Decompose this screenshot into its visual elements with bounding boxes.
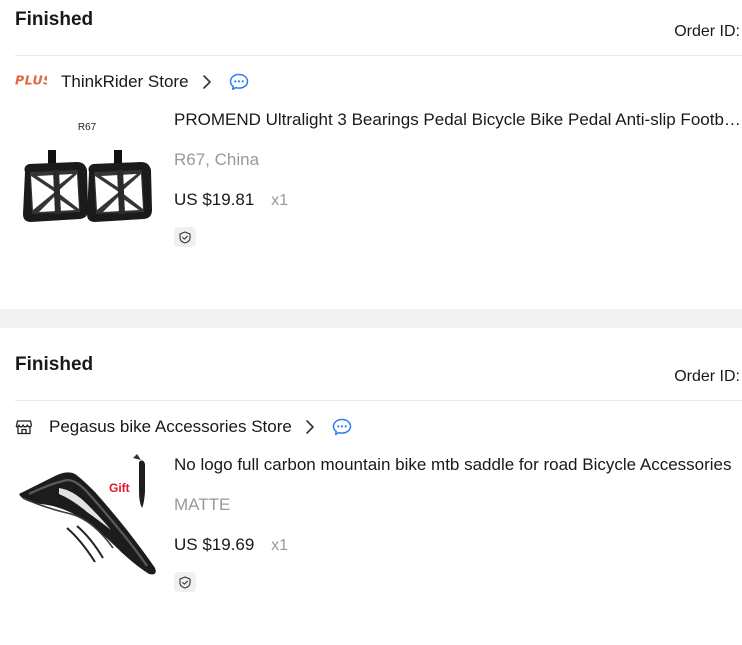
product-image[interactable]: R67	[15, 106, 160, 251]
order-separator	[0, 309, 742, 328]
product-price: US $19.69	[174, 535, 255, 554]
order-card: Finished Order ID: Pegasus bike Accessor…	[0, 328, 742, 645]
plus-badge: PLUS	[15, 73, 52, 91]
svg-text:Gift: Gift	[109, 481, 130, 495]
chat-bubble-icon[interactable]	[229, 73, 249, 91]
store-link[interactable]: Pegasus bike Accessories Store	[15, 415, 352, 439]
chat-bubble-icon[interactable]	[332, 418, 352, 436]
product-image[interactable]: Gift	[15, 452, 160, 597]
svg-text:PLUS: PLUS	[15, 73, 47, 87]
order-card: Finished Order ID: PLUS ThinkRider Store…	[0, 0, 742, 309]
divider	[15, 55, 742, 56]
chevron-right-icon[interactable]	[305, 419, 315, 435]
store-name[interactable]: Pegasus bike Accessories Store	[49, 417, 292, 437]
shield-check-icon[interactable]	[174, 227, 196, 247]
storefront-icon	[15, 418, 33, 436]
order-id-label: Order ID:	[674, 23, 740, 40]
chevron-right-icon[interactable]	[202, 74, 212, 90]
store-link[interactable]: PLUS ThinkRider Store	[15, 70, 249, 94]
store-name[interactable]: ThinkRider Store	[61, 72, 189, 92]
shield-check-icon[interactable]	[174, 572, 196, 592]
order-status: Finished	[15, 354, 94, 375]
product-title[interactable]: PROMEND Ultralight 3 Bearings Pedal Bicy…	[174, 108, 742, 132]
product-quantity: x1	[271, 192, 288, 209]
product-price: US $19.81	[174, 190, 255, 209]
svg-text:R67: R67	[78, 122, 97, 133]
product-variant: R67, China	[174, 150, 260, 169]
order-id-label: Order ID:	[674, 368, 740, 385]
price-row: US $19.81 x1	[174, 188, 742, 213]
product-quantity: x1	[271, 537, 288, 554]
product-title[interactable]: No logo full carbon mountain bike mtb sa…	[174, 453, 742, 477]
price-row: US $19.69 x1	[174, 533, 742, 558]
order-status: Finished	[15, 9, 94, 30]
product-variant: MATTE	[174, 495, 231, 514]
divider	[15, 400, 742, 401]
product-info: No logo full carbon mountain bike mtb sa…	[174, 453, 742, 592]
product-info: PROMEND Ultralight 3 Bearings Pedal Bicy…	[174, 108, 742, 247]
